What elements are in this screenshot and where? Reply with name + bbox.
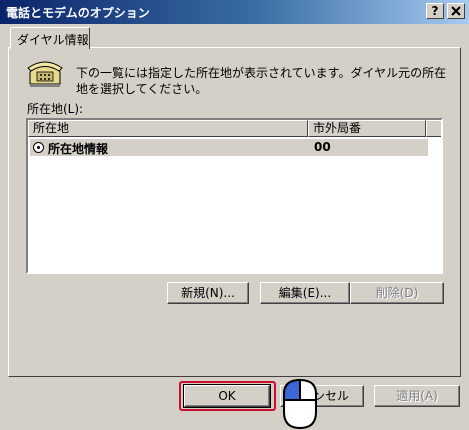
locations-list[interactable]: 所在地 市外局番 所在地情報 00: [26, 118, 443, 274]
delete-button[interactable]: 削除(D): [350, 282, 444, 304]
list-item-area-code: 00: [314, 140, 331, 154]
new-button[interactable]: 新規(N)...: [167, 282, 249, 304]
phone-icon: [27, 61, 63, 87]
panel-description: 下の一覧には指定した所在地が表示されています。ダイヤル元の所在地を選択してくださ…: [76, 66, 447, 96]
mouse-cursor-icon: [283, 378, 317, 430]
column-header-area-code[interactable]: 市外局番: [308, 120, 426, 137]
window-title: 電話とモデムのオプション: [6, 6, 150, 20]
help-button[interactable]: ?: [426, 3, 444, 19]
radio-selected-icon: [33, 142, 44, 153]
locations-label: 所在地(L):: [27, 102, 84, 116]
tab-dial-info[interactable]: ダイヤル情報: [10, 27, 90, 49]
edit-button[interactable]: 編集(E)...: [260, 282, 350, 304]
title-bar[interactable]: 電話とモデムのオプション ?: [0, 0, 469, 24]
column-header-filler: [426, 120, 441, 137]
tab-dial-info-label: ダイヤル情報: [17, 33, 89, 47]
close-icon: [451, 6, 461, 16]
close-button[interactable]: [447, 3, 465, 19]
dialog-window: 電話とモデムのオプション ? ダイヤル情報 下の一覧には指定した所在地が表示され…: [0, 0, 469, 430]
list-item[interactable]: 所在地情報 00: [30, 139, 428, 156]
ok-highlight-frame: [179, 381, 276, 411]
apply-button[interactable]: 適用(A): [374, 385, 460, 407]
list-item-location: 所在地情報: [48, 142, 109, 156]
column-header-location[interactable]: 所在地: [28, 120, 308, 137]
